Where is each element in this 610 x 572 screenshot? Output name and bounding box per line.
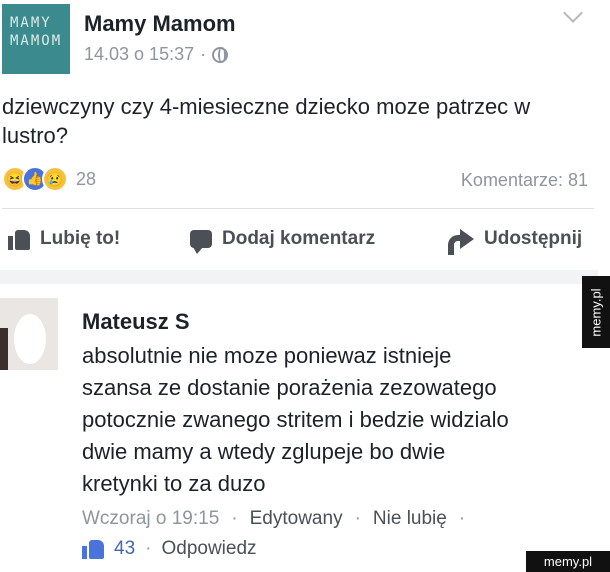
share-button[interactable]: Udostępnij xyxy=(448,228,583,255)
comment-bubble-icon xyxy=(190,230,212,254)
divider xyxy=(2,208,594,209)
post-text: dziewczyny czy 4-miesieczne dziecko moze… xyxy=(2,94,531,148)
meta-separator: · xyxy=(354,508,361,529)
comment-stats: 43 · Odpowiedz xyxy=(82,538,257,560)
meta-separator: · xyxy=(458,508,466,529)
comment: Mateusz S absolutnie nie moze poniewaz i… xyxy=(0,284,598,572)
logo-text-line2: MAMOM xyxy=(10,33,63,49)
watermark-side-text: memy.pl xyxy=(588,287,604,337)
post-timestamp[interactable]: 14.03 o 15:37 xyxy=(84,44,194,65)
thumbs-up-icon xyxy=(8,228,30,250)
page-name[interactable]: Mamy Mamom xyxy=(84,11,236,37)
meta-separator: · xyxy=(145,538,152,559)
page-logo[interactable]: MAMY MAMOM xyxy=(2,4,70,74)
comment-time[interactable]: Wczoraj o 19:15 xyxy=(82,508,219,530)
thumbs-up-icon xyxy=(82,539,104,559)
watermark-side: memy.pl xyxy=(582,276,610,348)
edited-link[interactable]: Edytowany xyxy=(250,508,343,530)
watermark-bottom: memy.pl xyxy=(526,551,610,572)
globe-icon xyxy=(212,46,229,63)
comment-button[interactable]: Dodaj komentarz xyxy=(190,228,376,254)
reply-button[interactable]: Odpowiedz xyxy=(161,538,256,560)
action-bar: Lubię to! Dodaj komentarz Udostępnij xyxy=(0,228,598,262)
logo-text-line1: MAMY xyxy=(10,15,52,31)
comment-meta: Wczoraj o 19:15 · Edytowany · Nie lubię … xyxy=(82,508,465,530)
comment-author[interactable]: Mateusz S xyxy=(82,309,190,335)
reactions-summary[interactable]: 😆 👍 😢 28 xyxy=(2,166,96,192)
chevron-down-icon[interactable] xyxy=(563,3,583,23)
section-separator xyxy=(0,270,598,284)
comment-text: absolutnie nie moze poniewaz istnieje sz… xyxy=(82,343,509,496)
post-card: MAMY MAMOM Mamy Mamom 14.03 o 15:37 · dz… xyxy=(0,0,598,270)
sad-reaction-icon: 😢 xyxy=(42,166,68,192)
meta-separator: · xyxy=(200,44,207,64)
share-button-label: Udostępnij xyxy=(484,228,583,249)
meta-separator: · xyxy=(231,508,238,529)
comments-count-link[interactable]: Komentarze: 81 xyxy=(461,170,588,191)
share-arrow-icon xyxy=(448,229,474,255)
comment-like-count[interactable]: 43 xyxy=(114,538,135,560)
unlike-button[interactable]: Nie lubię xyxy=(373,508,447,530)
reaction-count: 28 xyxy=(76,168,97,189)
avatar[interactable] xyxy=(0,298,58,370)
like-button[interactable]: Lubię to! xyxy=(8,228,120,250)
comment-button-label: Dodaj komentarz xyxy=(222,228,376,249)
post-meta: 14.03 o 15:37 · xyxy=(84,44,229,65)
like-button-label: Lubię to! xyxy=(40,228,121,249)
